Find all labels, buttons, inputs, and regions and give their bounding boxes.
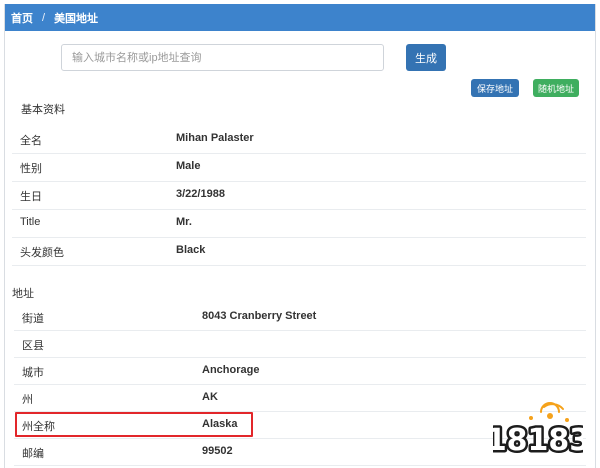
address-title: 地址 xyxy=(12,288,34,300)
info-label: 生日 xyxy=(20,191,42,203)
search-input[interactable] xyxy=(61,44,384,71)
address-row-county: 区县 xyxy=(14,331,586,358)
highlight-box xyxy=(15,412,253,437)
breadcrumb-separator: / xyxy=(42,11,46,24)
info-label: 头发颜色 xyxy=(20,247,64,259)
breadcrumb: 首页 / 美国地址 xyxy=(5,4,595,31)
address-value: 99502 xyxy=(202,445,233,457)
info-label: 性别 xyxy=(20,163,42,175)
basic-info-title: 基本资料 xyxy=(21,104,65,116)
random-address-button[interactable]: 随机地址 xyxy=(533,79,579,97)
info-row-gender: 性别 Male xyxy=(12,154,586,182)
watermark-text: 18183 xyxy=(493,423,583,458)
info-row-fullname: 全名 Mihan Palaster xyxy=(12,126,586,154)
info-value: Mihan Palaster xyxy=(176,132,254,144)
watermark-logo: 18183 xyxy=(493,402,583,461)
address-row-street: 街道 8043 Cranberry Street xyxy=(14,304,586,331)
address-label: 街道 xyxy=(22,313,44,325)
info-value: Black xyxy=(176,244,206,256)
info-row-title: Title Mr. xyxy=(12,210,586,238)
breadcrumb-current: 美国地址 xyxy=(54,12,99,25)
address-value: 8043 Cranberry Street xyxy=(202,310,317,322)
address-label: 州 xyxy=(22,394,33,406)
address-value: Anchorage xyxy=(202,364,260,376)
generate-button[interactable]: 生成 xyxy=(406,44,446,71)
info-label: 全名 xyxy=(20,135,42,147)
info-row-birthday: 生日 3/22/1988 xyxy=(12,182,586,210)
address-label: 城市 xyxy=(22,367,44,379)
info-value: Male xyxy=(176,160,201,172)
info-row-hair-color: 头发颜色 Black xyxy=(12,238,586,266)
save-address-button[interactable]: 保存地址 xyxy=(471,79,519,97)
address-row-city: 城市 Anchorage xyxy=(14,358,586,385)
address-label: 邮编 xyxy=(22,448,44,460)
info-value: Mr. xyxy=(176,216,192,228)
breadcrumb-home[interactable]: 首页 xyxy=(11,10,33,26)
address-value: AK xyxy=(202,391,218,403)
info-value: 3/22/1988 xyxy=(176,188,225,200)
address-label: 区县 xyxy=(22,340,44,352)
info-label: Title xyxy=(20,216,41,228)
